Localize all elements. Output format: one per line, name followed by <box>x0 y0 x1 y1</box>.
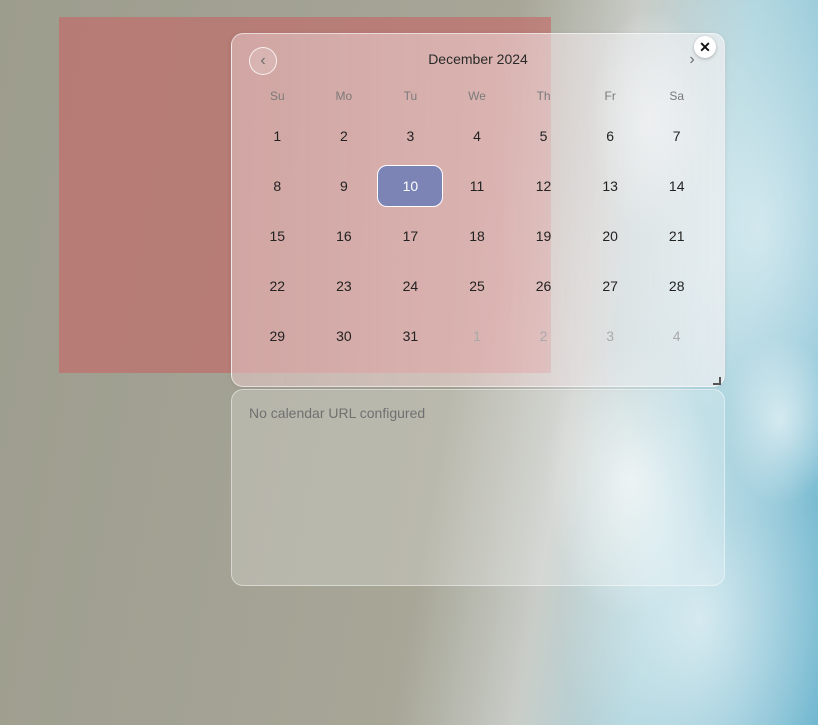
day-cell[interactable]: 31 <box>377 311 444 361</box>
month-title: December 2024 <box>428 51 528 67</box>
day-cell[interactable]: 3 <box>377 111 444 161</box>
day-cell[interactable]: 9 <box>311 161 378 211</box>
close-button[interactable]: ✕ <box>694 36 716 58</box>
weekday-label: Mo <box>335 89 353 103</box>
day-cell[interactable]: 28 <box>643 261 710 311</box>
events-panel: No calendar URL configured <box>231 389 725 586</box>
day-cell-next-month[interactable]: 1 <box>444 311 511 361</box>
day-cell[interactable]: 26 <box>510 261 577 311</box>
chevron-right-icon: › <box>689 51 695 68</box>
empty-state-message: No calendar URL configured <box>249 405 426 421</box>
day-cell[interactable]: 11 <box>444 161 511 211</box>
day-cell[interactable]: 1 <box>244 111 311 161</box>
day-cell[interactable]: 4 <box>444 111 511 161</box>
resize-handle-icon[interactable] <box>713 377 721 385</box>
day-cell[interactable]: 13 <box>577 161 644 211</box>
day-cell[interactable]: 12 <box>510 161 577 211</box>
day-cell[interactable]: 22 <box>244 261 311 311</box>
day-cell-next-month[interactable]: 2 <box>510 311 577 361</box>
day-cell[interactable]: 16 <box>311 211 378 261</box>
day-grid: 1 2 3 4 5 6 7 8 9 10 11 12 13 14 15 16 1… <box>244 111 710 361</box>
day-cell[interactable]: 2 <box>311 111 378 161</box>
day-cell[interactable]: 14 <box>643 161 710 211</box>
weekday-label: We <box>468 89 486 103</box>
day-cell[interactable]: 27 <box>577 261 644 311</box>
day-cell[interactable]: 24 <box>377 261 444 311</box>
close-icon: ✕ <box>699 38 711 55</box>
weekday-label: Sa <box>669 89 685 103</box>
day-cell[interactable]: 23 <box>311 261 378 311</box>
day-cell[interactable]: 19 <box>510 211 577 261</box>
day-cell[interactable]: 30 <box>311 311 378 361</box>
day-cell[interactable]: 20 <box>577 211 644 261</box>
day-cell-selected[interactable]: 10 <box>377 161 444 211</box>
day-cell[interactable]: 17 <box>377 211 444 261</box>
day-cell-next-month[interactable]: 4 <box>643 311 710 361</box>
day-cell[interactable]: 6 <box>577 111 644 161</box>
weekday-label: Fr <box>604 89 616 103</box>
day-cell-next-month[interactable]: 3 <box>577 311 644 361</box>
day-cell[interactable]: 21 <box>643 211 710 261</box>
day-cell[interactable]: 8 <box>244 161 311 211</box>
day-cell[interactable]: 15 <box>244 211 311 261</box>
weekday-label: Su <box>269 89 285 103</box>
day-cell[interactable]: 5 <box>510 111 577 161</box>
weekday-header: Su Mo Tu We Th Fr Sa <box>244 89 710 103</box>
weekday-label: Th <box>536 89 551 103</box>
calendar-panel: ‹ December 2024 › Su Mo Tu We Th Fr Sa 1… <box>231 33 725 387</box>
day-cell[interactable]: 18 <box>444 211 511 261</box>
day-cell[interactable]: 29 <box>244 311 311 361</box>
day-cell[interactable]: 25 <box>444 261 511 311</box>
weekday-label: Tu <box>403 89 418 103</box>
day-cell[interactable]: 7 <box>643 111 710 161</box>
